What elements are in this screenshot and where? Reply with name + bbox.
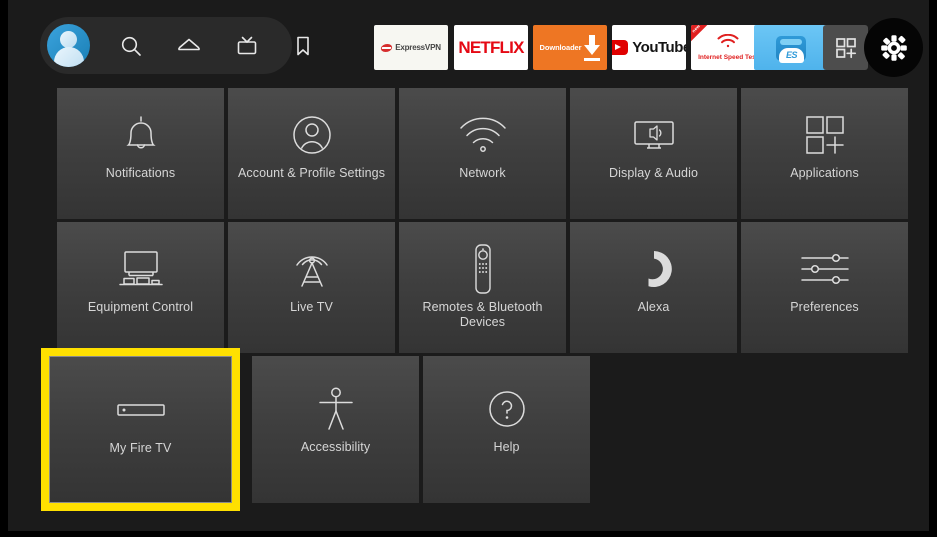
settings-tile-label: Display & Audio	[608, 166, 699, 180]
settings-tile-label: Help	[493, 440, 520, 454]
settings-tile-label: Alexa	[637, 300, 670, 314]
app-es-file-explorer[interactable]: ES	[754, 25, 828, 70]
home-icon[interactable]	[160, 17, 217, 74]
settings-tile-live-tv[interactable]: Live TV	[228, 222, 395, 353]
fire-tv-stick-icon	[114, 379, 168, 441]
settings-tile-equipment-control[interactable]: Equipment Control	[57, 222, 224, 353]
settings-tile-applications[interactable]: Applications	[741, 88, 908, 219]
settings-tile-preferences[interactable]: Preferences	[741, 222, 908, 353]
apps-grid-icon	[802, 104, 848, 166]
settings-tile-notifications[interactable]: Notifications	[57, 88, 224, 219]
person-circle-icon	[289, 104, 335, 166]
wifi-icon	[717, 33, 739, 47]
settings-tile-accessibility[interactable]: Accessibility	[252, 356, 419, 503]
settings-tile-label: Account & Profile Settings	[237, 166, 386, 180]
settings-tile-alexa[interactable]: Alexa	[570, 222, 737, 353]
live-tv-icon[interactable]	[218, 17, 275, 74]
tv-speaker-icon	[628, 104, 680, 166]
settings-page: ExpressVPN NETFLIX Downloader YouTube ne…	[8, 0, 929, 531]
top-navigation-bar: ExpressVPN NETFLIX Downloader YouTube ne…	[8, 0, 929, 92]
settings-tile-label: Equipment Control	[87, 300, 194, 314]
settings-tile-label: Remotes & Bluetooth Devices	[422, 300, 543, 329]
settings-tile-label: Notifications	[105, 166, 176, 180]
wifi-icon	[457, 104, 509, 166]
settings-tile-help[interactable]: Help	[423, 356, 590, 503]
app-youtube[interactable]: YouTube	[612, 25, 686, 70]
speedtest-logo: Internet Speed Test	[698, 33, 758, 61]
app-downloader-label: Downloader	[539, 43, 582, 52]
youtube-logo: YouTube	[612, 39, 686, 56]
es-file-explorer-icon: ES	[776, 33, 806, 63]
avatar	[47, 24, 90, 67]
app-internet-speed-test-label: Internet Speed Test	[698, 53, 758, 61]
remote-icon	[470, 238, 496, 300]
apps-grid-button[interactable]	[823, 25, 868, 70]
downloader-logo: Downloader	[539, 34, 601, 61]
alexa-ring-icon	[632, 238, 676, 300]
question-circle-icon	[484, 378, 530, 440]
settings-tile-label: Applications	[790, 166, 859, 180]
search-icon[interactable]	[102, 17, 159, 74]
download-arrow-icon	[584, 34, 601, 61]
apps-grid-icon	[835, 37, 856, 58]
settings-tile-display-audio[interactable]: Display & Audio	[570, 88, 737, 219]
profile-avatar[interactable]	[40, 17, 97, 74]
settings-tile-label: Preferences	[790, 300, 859, 314]
bookmark-icon[interactable]	[274, 17, 331, 74]
app-es-file-explorer-label: ES	[779, 47, 804, 63]
youtube-play-icon	[612, 40, 629, 55]
settings-tile-label: Live TV	[290, 300, 333, 314]
app-netflix[interactable]: NETFLIX	[454, 25, 528, 70]
sliders-icon	[798, 238, 852, 300]
app-expressvpn[interactable]: ExpressVPN	[374, 25, 448, 70]
antenna-icon	[288, 238, 336, 300]
app-netflix-label: NETFLIX	[458, 37, 524, 57]
app-downloader[interactable]: Downloader	[533, 25, 607, 70]
accessibility-icon	[314, 378, 358, 440]
settings-tile-label: Accessibility	[300, 440, 371, 454]
expressvpn-mark-icon	[380, 43, 394, 52]
settings-tile-label: Network	[459, 166, 506, 180]
settings-tile-my-fire-tv[interactable]: My Fire TV	[41, 348, 240, 511]
settings-tile-label: My Fire TV	[109, 441, 172, 455]
settings-tile-account-profile-settings[interactable]: Account & Profile Settings	[228, 88, 395, 219]
bell-icon	[120, 104, 162, 166]
tv-equipment-icon	[113, 238, 169, 300]
settings-gear-button[interactable]	[864, 18, 923, 77]
fire-tv-screen: ExpressVPN NETFLIX Downloader YouTube ne…	[0, 0, 937, 537]
settings-tile-network[interactable]: Network	[399, 88, 566, 219]
settings-tile-remotes-bluetooth-devices[interactable]: Remotes & Bluetooth Devices	[399, 222, 566, 353]
app-youtube-label: YouTube	[632, 39, 686, 56]
app-expressvpn-label: ExpressVPN	[395, 43, 441, 52]
gear-icon	[880, 34, 907, 61]
expressvpn-logo: ExpressVPN	[380, 43, 441, 52]
